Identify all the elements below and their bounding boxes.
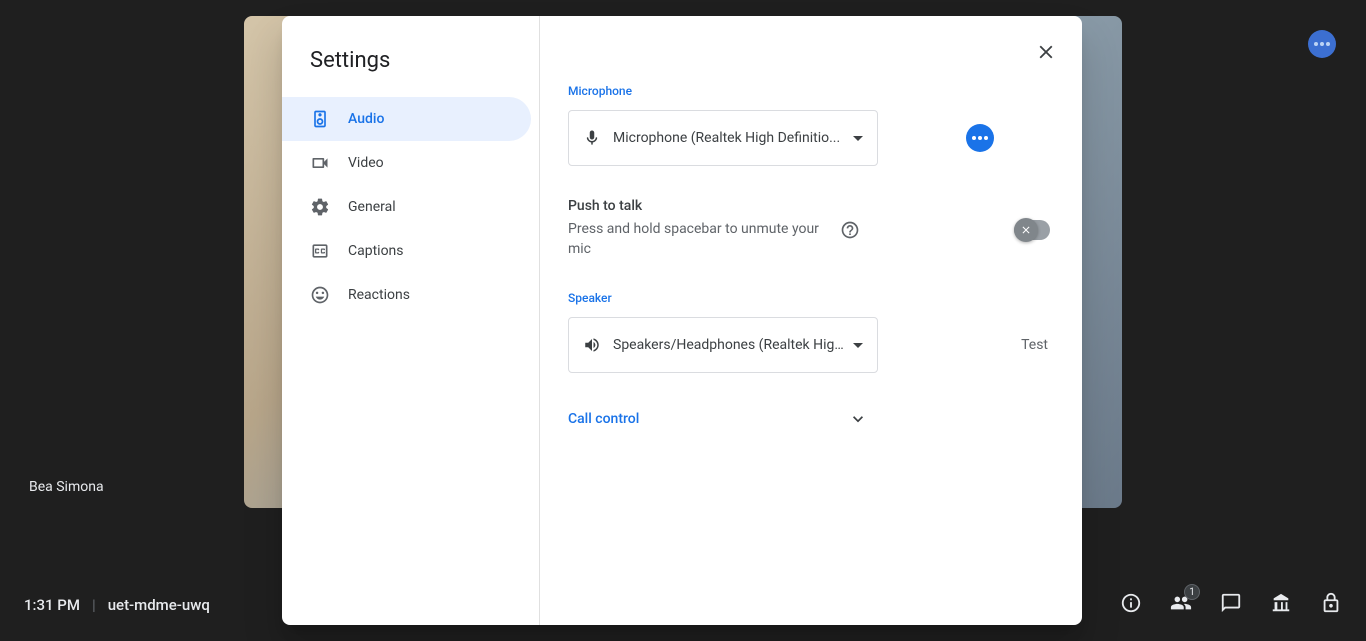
help-icon[interactable] <box>840 220 860 244</box>
microphone-dropdown[interactable]: Microphone (Realtek High Definitio... <box>568 110 878 166</box>
speaker-label: Speaker <box>568 291 1058 305</box>
loading-indicator <box>1308 30 1336 58</box>
participant-name: Bea Simona <box>29 479 104 495</box>
sidebar-item-reactions[interactable]: Reactions <box>282 273 531 317</box>
sidebar-label: Audio <box>348 111 384 127</box>
info-icon[interactable] <box>1120 592 1142 618</box>
sidebar-label: Captions <box>348 243 404 259</box>
push-to-talk-toggle[interactable] <box>1014 220 1050 240</box>
speaker-device-icon <box>310 109 330 129</box>
activities-icon[interactable] <box>1270 592 1292 618</box>
sidebar-item-captions[interactable]: Captions <box>282 229 531 273</box>
sidebar-item-audio[interactable]: Audio <box>282 97 531 141</box>
emoji-icon <box>310 285 330 305</box>
sidebar-item-general[interactable]: General <box>282 185 531 229</box>
microphone-label: Microphone <box>568 84 1058 98</box>
settings-sidebar: Settings Audio Video General Captions Re… <box>282 16 540 625</box>
people-count-badge: 1 <box>1184 584 1200 600</box>
divider: | <box>92 596 96 614</box>
call-control-expand[interactable]: Call control <box>568 409 868 429</box>
lock-icon[interactable] <box>1320 592 1342 618</box>
mic-icon <box>583 129 601 147</box>
gear-icon <box>310 197 330 217</box>
toggle-knob <box>1014 218 1038 242</box>
close-button[interactable] <box>1026 32 1066 72</box>
mic-level-indicator <box>966 124 994 152</box>
sidebar-label: Video <box>348 155 384 171</box>
settings-modal: Settings Audio Video General Captions Re… <box>282 16 1082 625</box>
settings-title: Settings <box>282 40 539 97</box>
videocam-icon <box>310 153 330 173</box>
sidebar-label: Reactions <box>348 287 410 303</box>
chat-icon[interactable] <box>1220 592 1242 618</box>
microphone-selected: Microphone (Realtek High Definitio... <box>613 130 845 146</box>
sidebar-label: General <box>348 199 396 215</box>
caret-down-icon <box>853 343 863 348</box>
push-to-talk-title: Push to talk <box>568 198 1058 214</box>
test-speaker-button[interactable]: Test <box>1021 337 1048 353</box>
push-to-talk-description: Press and hold spacebar to unmute your m… <box>568 220 828 259</box>
settings-content: Microphone Microphone (Realtek High Defi… <box>540 16 1082 625</box>
captions-icon <box>310 241 330 261</box>
speaker-dropdown[interactable]: Speakers/Headphones (Realtek Hig... <box>568 317 878 373</box>
sidebar-item-video[interactable]: Video <box>282 141 531 185</box>
speaker-selected: Speakers/Headphones (Realtek Hig... <box>613 337 845 353</box>
meeting-code: uet-mdme-uwq <box>108 596 210 614</box>
speaker-icon <box>583 336 601 354</box>
call-control-label: Call control <box>568 411 639 427</box>
clock-time: 1:31 PM <box>24 596 80 614</box>
close-icon <box>1035 41 1057 63</box>
chevron-down-icon <box>848 409 868 429</box>
people-icon[interactable]: 1 <box>1170 592 1192 618</box>
caret-down-icon <box>853 136 863 141</box>
